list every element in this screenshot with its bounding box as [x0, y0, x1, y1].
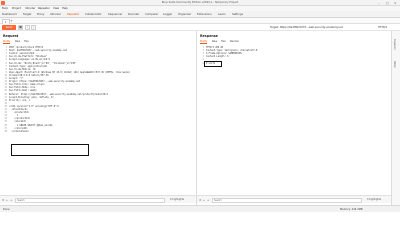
next-arrow-icon[interactable]: →	[10, 196, 12, 204]
response-title: Response	[200, 34, 218, 38]
inspector-tab[interactable]: Inspector	[393, 39, 396, 50]
request-line-number: 28	[4, 129, 7, 133]
request-tab-pretty[interactable]: Pretty	[3, 40, 11, 44]
notes-tab[interactable]: Notes	[393, 61, 396, 68]
tab-learn[interactable]: Learn	[218, 11, 226, 18]
response-tab-render[interactable]: Render	[230, 40, 239, 43]
response-highlights-count: 0 highlights	[367, 198, 382, 201]
inspector-sidebar: Inspector Notes	[391, 31, 400, 205]
status-text: Done	[3, 208, 10, 211]
request-search-input[interactable]	[15, 197, 165, 203]
request-editor[interactable]: 1 POST /product/stock HTTP/2 2 Host: 0a4f00…	[2, 46, 192, 194]
status-bar: Done Memory: 244.2MB	[0, 205, 400, 212]
prev-arrow-icon[interactable]: ←	[203, 196, 205, 204]
back-button[interactable]: ‹	[25, 25, 30, 30]
send-button[interactable]: Send	[2, 25, 16, 30]
tab-settings[interactable]: Settings	[232, 11, 243, 18]
response-tab-hex[interactable]: Hex	[221, 40, 226, 43]
toolbar: Send ■ ‹ › Target: https://0a4f00c5037..…	[0, 24, 400, 31]
tab-proxy[interactable]: Proxy	[37, 11, 44, 18]
response-highlight-box	[204, 61, 222, 67]
http-version[interactable]: HTTP/1	[378, 24, 387, 31]
request-title: Request	[3, 34, 19, 38]
memory-usage: Memory: 244.2MB	[340, 208, 363, 211]
tab-dashboard[interactable]: Dashboard	[2, 11, 17, 18]
tab-extensions[interactable]: Extensions	[197, 11, 212, 18]
settings-gear-icon[interactable]: ⚙	[199, 196, 202, 204]
cancel-button[interactable]: ■	[18, 25, 23, 30]
tab-decoder[interactable]: Decoder	[128, 11, 139, 18]
pane-divider[interactable]	[196, 31, 197, 205]
settings-gear-icon[interactable]: ⚙	[2, 196, 5, 204]
forward-button[interactable]: ›	[31, 25, 36, 30]
tab-collaborator[interactable]: Collaborator	[85, 11, 102, 18]
next-arrow-icon[interactable]: →	[207, 196, 209, 204]
response-editor[interactable]: 1 HTTP/2 200 OK 2 Content-Type: text/plain;…	[199, 46, 389, 194]
tab-sequencer[interactable]: Sequencer	[108, 11, 122, 18]
payload-highlight-box	[11, 144, 89, 156]
request-code-line: </stockCheck>	[9, 129, 29, 133]
response-search-input[interactable]	[212, 197, 362, 203]
response-tab-pretty[interactable]: Pretty	[200, 40, 208, 44]
request-search-bar: ⚙ ← → 0 highlights	[0, 195, 196, 203]
response-search-bar: ⚙ ← → 0 highlights	[197, 195, 391, 203]
target-label[interactable]: Target: https://0a4f00c5037...web-securi…	[270, 24, 343, 31]
request-tab-hex[interactable]: Hex	[24, 40, 29, 43]
tab-logger[interactable]: Logger	[163, 11, 172, 18]
request-code-line: Priority: u=1, i	[9, 98, 31, 102]
response-tab-raw[interactable]: Raw	[212, 40, 217, 43]
tab-intruder[interactable]: Intruder	[50, 11, 61, 18]
tab-target[interactable]: Target	[23, 11, 31, 18]
main-tabs: Dashboard Target Proxy Intruder Repeater…	[0, 11, 400, 19]
response-code-line: Content-Length: 6	[206, 55, 229, 59]
request-highlights-count: 0 highlights	[170, 198, 185, 201]
chevron-left-icon: ‹	[26, 25, 29, 29]
prev-arrow-icon[interactable]: ←	[6, 196, 8, 204]
tab-comparer[interactable]: Comparer	[145, 11, 158, 18]
chevron-right-icon: ›	[32, 25, 35, 29]
cancel-icon: ■	[19, 25, 22, 29]
tab-organizer[interactable]: Organizer	[178, 11, 191, 18]
request-tab-raw[interactable]: Raw	[15, 40, 20, 43]
